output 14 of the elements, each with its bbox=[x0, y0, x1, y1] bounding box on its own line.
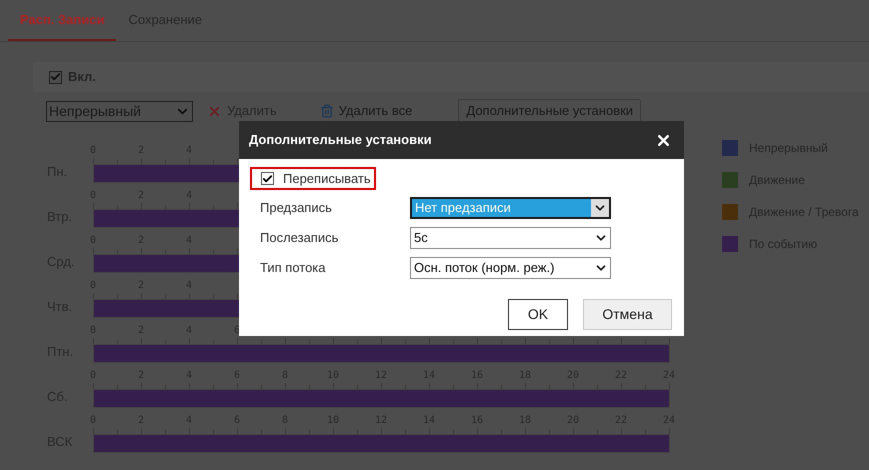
dialog-title: Дополнительные установки bbox=[249, 131, 432, 150]
dropdown[interactable]: Нет предзаписи bbox=[410, 197, 611, 219]
overwrite-option[interactable]: Переписывать bbox=[250, 167, 376, 190]
dropdown[interactable]: 5с bbox=[410, 227, 611, 249]
field-label: Послезапись bbox=[259, 229, 340, 248]
dropdown[interactable]: Осн. поток (норм. реж.) bbox=[410, 257, 611, 279]
checkbox[interactable] bbox=[261, 172, 274, 185]
dialog-button[interactable]: OK bbox=[508, 299, 568, 330]
overwrite-label: Переписывать bbox=[283, 170, 371, 188]
field-label: Предзапись bbox=[259, 199, 333, 218]
checkbox[interactable] bbox=[49, 70, 62, 84]
field-label: Тип потока bbox=[259, 259, 327, 278]
trash-icon bbox=[320, 104, 334, 118]
dialog-button[interactable]: Отмена bbox=[583, 299, 672, 330]
